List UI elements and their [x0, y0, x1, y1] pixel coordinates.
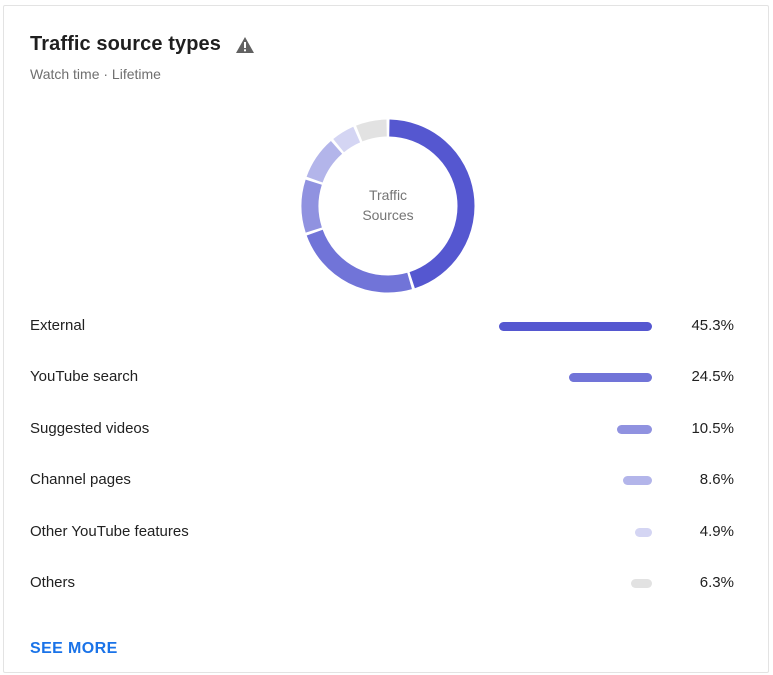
- traffic-row-suggested-videos[interactable]: Suggested videos 10.5%: [30, 405, 740, 456]
- traffic-row-value: 8.6%: [699, 471, 734, 489]
- card-header: Traffic source types: [30, 33, 255, 56]
- traffic-row-external[interactable]: External 45.3%: [30, 302, 740, 353]
- traffic-row-bar: [630, 578, 652, 588]
- traffic-row-others[interactable]: Others 6.3%: [30, 559, 740, 610]
- traffic-row-bar: [616, 424, 652, 434]
- donut-slice-other-youtube-features[interactable]: [333, 126, 361, 153]
- traffic-row-value: 4.9%: [699, 522, 734, 540]
- traffic-source-list: External 45.3% YouTube search 24.5% Suggeste…: [30, 302, 740, 610]
- traffic-row-label: YouTube search: [30, 368, 139, 386]
- donut-slice-youtube-search[interactable]: [306, 229, 412, 293]
- traffic-row-other-youtube-features[interactable]: Other YouTube features 4.9%: [30, 508, 740, 559]
- donut-slice-others[interactable]: [356, 119, 388, 142]
- donut-center-line2: Sources: [362, 207, 414, 223]
- traffic-row-bar: [569, 373, 652, 383]
- traffic-row-value: 45.3%: [691, 317, 734, 334]
- traffic-row-bar: [635, 527, 652, 537]
- traffic-row-bar: [622, 476, 652, 486]
- donut-slice-channel-pages[interactable]: [306, 140, 343, 183]
- see-more-button[interactable]: SEE MORE: [30, 640, 118, 658]
- card-title: Traffic source types: [30, 33, 221, 55]
- traffic-row-label: Others: [30, 573, 76, 591]
- warning-triangle-icon[interactable]: [235, 36, 255, 54]
- traffic-row-value: 24.5%: [691, 368, 734, 386]
- traffic-row-youtube-search[interactable]: YouTube search 24.5%: [30, 353, 740, 404]
- traffic-row-label: Suggested videos: [30, 419, 150, 437]
- card-subtitle: Watch time · Lifetime: [30, 66, 161, 82]
- traffic-row-channel-pages[interactable]: Channel pages 8.6%: [30, 456, 740, 507]
- traffic-row-label: Channel pages: [30, 471, 131, 489]
- traffic-row-bar: [499, 322, 652, 331]
- traffic-row-label: External: [30, 317, 86, 334]
- donut-center-line1: Traffic: [368, 187, 408, 203]
- traffic-row-label: Other YouTube features: [30, 522, 189, 540]
- traffic-row-value: 10.5%: [691, 419, 734, 437]
- traffic-row-value: 6.3%: [699, 573, 734, 591]
- donut-center-label: Traffic Sources: [295, 185, 481, 225]
